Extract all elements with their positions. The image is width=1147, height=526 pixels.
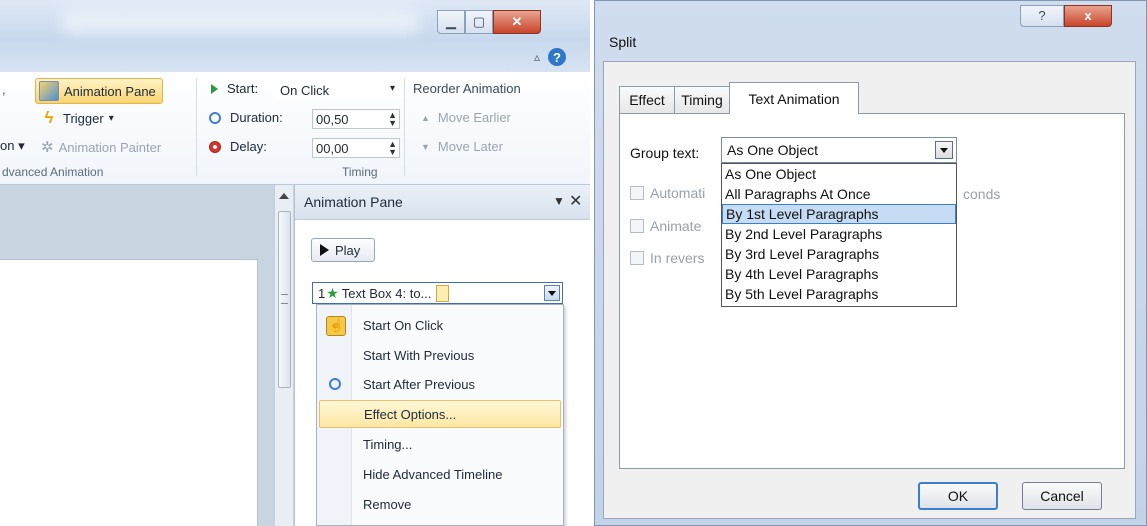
add-animation-partial[interactable]: on ▾	[0, 138, 25, 154]
delay-clock-icon	[209, 140, 221, 153]
menu-item-remove[interactable]: Remove	[319, 490, 561, 518]
minimize-button[interactable]: ▁	[437, 10, 465, 34]
spin-arrows-icon[interactable]: ▲ ▼	[388, 111, 397, 128]
animation-pane-button[interactable]: Animation Pane	[35, 78, 163, 104]
dropdown-option[interactable]: By 4th Level Paragraphs	[722, 264, 956, 284]
context-menu: ☝ Start On Click Start With Previous Sta…	[316, 304, 564, 526]
slide-canvas[interactable]	[0, 259, 258, 526]
split-dialog: Split ? x Effect Timing Text Animation G…	[594, 0, 1147, 526]
delay-spinner[interactable]: 00,00 ▲ ▼	[312, 138, 400, 158]
dropdown-option[interactable]: All Paragraphs At Once	[722, 184, 956, 204]
entrance-star-icon: ★	[326, 284, 339, 301]
animation-pane-title: Animation Pane	[304, 194, 403, 210]
dropdown-option[interactable]: By 5th Level Paragraphs	[722, 284, 956, 304]
menu-item-start-with-previous[interactable]: Start With Previous	[319, 341, 561, 369]
tab-timing[interactable]: Timing	[674, 86, 730, 113]
vertical-scrollbar[interactable]	[274, 185, 293, 526]
timeline-bar	[436, 284, 450, 302]
trigger-button[interactable]: ϟ Trigger ▾	[40, 108, 114, 128]
tab-text-animation[interactable]: Text Animation	[729, 82, 859, 114]
clock-icon	[209, 111, 221, 124]
dropdown-option[interactable]: By 2nd Level Paragraphs	[722, 224, 956, 244]
reorder-animation-label: Reorder Animation	[413, 81, 521, 96]
group-text-dropdown-list: As One Object All Paragraphs At Once By …	[721, 163, 957, 307]
group-text-label: Group text:	[630, 145, 700, 161]
seconds-label: conds	[963, 186, 1001, 202]
ok-button[interactable]: OK	[918, 482, 998, 510]
help-button[interactable]: ?	[1020, 5, 1064, 27]
close-icon[interactable]: ✕	[569, 191, 582, 211]
spin-arrows-icon[interactable]: ▲ ▼	[388, 140, 397, 157]
arrow-up-icon: ▲	[421, 112, 430, 123]
maximize-button[interactable]: ▢	[465, 10, 493, 34]
animation-pane-icon	[39, 81, 59, 101]
paintbrush-icon: ✲	[41, 139, 54, 156]
advanced-animation-group-label: dvanced Animation	[2, 165, 104, 179]
clock-icon	[329, 378, 341, 390]
animation-list-item[interactable]: 1 ★ Text Box 4: to...	[312, 282, 563, 304]
menu-item-start-after-previous[interactable]: Start After Previous	[319, 370, 561, 398]
lightning-icon: ϟ	[44, 108, 54, 127]
duration-spinner[interactable]: 00,50 ▲ ▼	[312, 109, 400, 129]
tab-effect[interactable]: Effect	[619, 86, 675, 113]
chevron-down-icon: ▾	[389, 83, 395, 94]
mouse-click-icon: ☝	[326, 316, 346, 336]
start-select[interactable]: On Click ▾	[276, 80, 402, 100]
menu-item-timing[interactable]: Timing...	[319, 430, 561, 458]
scroll-up-icon[interactable]	[279, 193, 289, 199]
minimize-ribbon-icon[interactable]: ▵	[534, 50, 540, 64]
menu-item-effect-options[interactable]: Effect Options...	[319, 400, 561, 428]
play-button[interactable]: Play	[311, 238, 375, 262]
menu-item-start-on-click[interactable]: ☝ Start On Click	[319, 311, 561, 339]
animation-painter-button[interactable]: ✲ Animation Painter	[41, 138, 161, 156]
move-earlier-button[interactable]: ▲ Move Earlier	[421, 110, 511, 125]
arrow-down-icon: ▼	[421, 141, 430, 152]
cancel-button[interactable]: Cancel	[1022, 482, 1102, 510]
animate-attached-shape-checkbox[interactable]: Animate	[630, 218, 701, 234]
animation-pane-header: Animation Pane ▼ ✕	[295, 185, 590, 220]
dialog-frame: Split ? x Effect Timing Text Animation G…	[594, 0, 1147, 526]
powerpoint-window: ▁ ▢ ✕ ▵ ? , Animation Pane ϟ Trigger ▾ o…	[0, 0, 590, 526]
title-bar: ▁ ▢ ✕ ▵ ?	[0, 0, 590, 72]
work-area: Animation Pane ▼ ✕ Play 1 ★ Text Box 4: …	[0, 185, 590, 526]
chevron-down-icon[interactable]: ▼	[553, 194, 565, 208]
in-reverse-order-checkbox[interactable]: In revers	[630, 250, 704, 266]
group-text-select[interactable]: As One Object	[721, 137, 957, 163]
help-icon[interactable]: ?	[548, 48, 567, 66]
dialog-body: Effect Timing Text Animation Group text:…	[603, 61, 1136, 519]
dropdown-option[interactable]: By 3rd Level Paragraphs	[722, 244, 956, 264]
scroll-thumb[interactable]	[278, 211, 291, 388]
dropdown-option-selected[interactable]: By 1st Level Paragraphs	[722, 204, 956, 224]
start-icon	[211, 83, 218, 94]
move-later-button[interactable]: ▼ Move Later	[421, 139, 503, 154]
dialog-title: Split	[609, 34, 637, 50]
ribbon: , Animation Pane ϟ Trigger ▾ on ▾ ✲ Anim…	[0, 72, 590, 185]
item-dropdown-button[interactable]	[544, 285, 560, 301]
automatically-after-checkbox[interactable]: Automati	[630, 185, 705, 201]
play-icon	[320, 244, 329, 256]
menu-item-hide-advanced-timeline[interactable]: Hide Advanced Timeline	[319, 460, 561, 488]
timing-group-label: Timing	[342, 165, 378, 179]
animation-pane: Animation Pane ▼ ✕ Play 1 ★ Text Box 4: …	[294, 185, 590, 526]
dialog-close-button[interactable]: x	[1064, 5, 1112, 27]
close-button[interactable]: ✕	[493, 10, 541, 34]
dropdown-option[interactable]: As One Object	[722, 164, 956, 184]
chevron-down-icon[interactable]	[935, 141, 953, 159]
